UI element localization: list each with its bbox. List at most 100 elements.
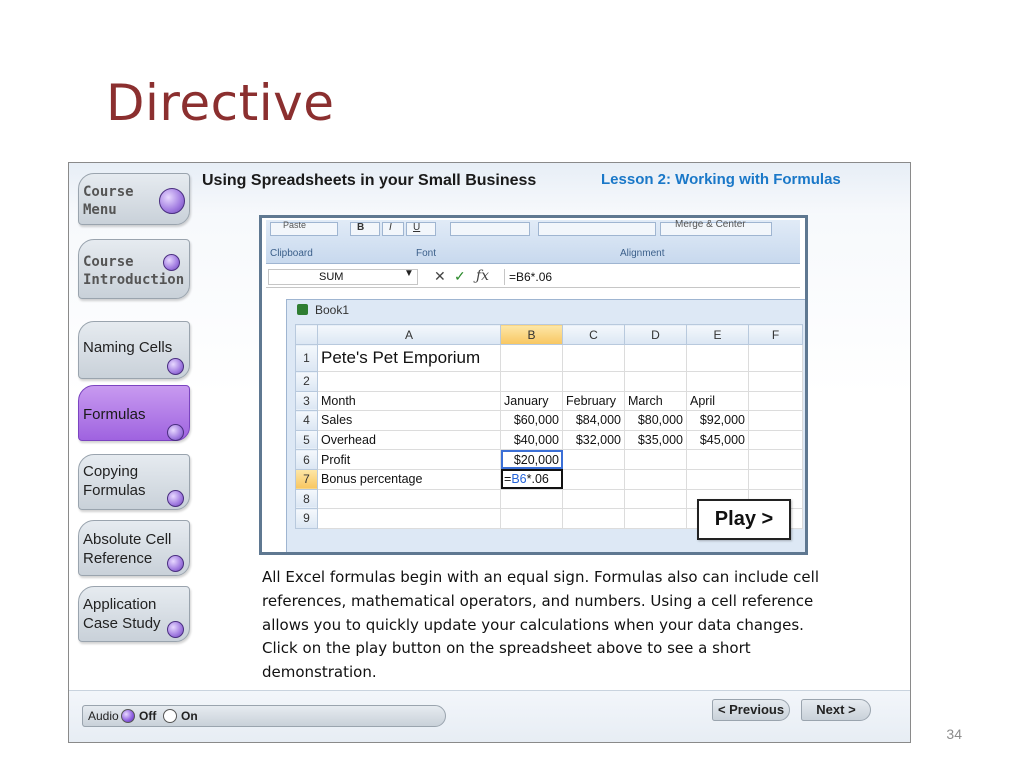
cell <box>748 410 803 431</box>
cell <box>624 488 687 510</box>
course-player: Using Spreadsheets in your Small Busines… <box>68 162 911 743</box>
cell-b7-editing: =B6*.06 <box>500 468 563 490</box>
row-header: 1 <box>295 344 318 372</box>
excel-ribbon: Paste B I U Merge & Center Clipboard Fon… <box>266 220 800 264</box>
paste-button: Paste <box>270 221 338 236</box>
excel-icon <box>297 304 308 315</box>
nav-course-intro-label-2: Introduction <box>83 272 185 288</box>
align-tools <box>538 222 656 236</box>
previous-button[interactable]: < Previous <box>712 699 790 721</box>
name-box: SUM <box>268 269 418 285</box>
cell <box>562 449 625 470</box>
nav-course-introduction[interactable]: Course Introduction <box>78 239 190 299</box>
nav-absolute-label: Absolute Cell <box>83 531 172 548</box>
cell <box>748 429 803 451</box>
nav-absolute-cell-reference[interactable]: Absolute Cell Reference <box>78 520 190 576</box>
audio-label: Audio <box>88 709 119 723</box>
course-title: Using Spreadsheets in your Small Busines… <box>202 172 537 189</box>
row-header: 5 <box>295 429 318 451</box>
cell <box>562 508 625 529</box>
nav-course-menu[interactable]: Course Menu <box>78 173 190 225</box>
formula-reference: B6 <box>511 472 527 487</box>
audio-off-radio[interactable] <box>121 709 135 723</box>
cell <box>686 344 749 372</box>
nav-bullet-icon <box>159 188 185 214</box>
audio-control: Audio Off On <box>82 705 446 727</box>
nav-formulas-label: Formulas <box>83 406 146 423</box>
workbook-title: Book1 <box>315 303 350 317</box>
formula-suffix: *.06 <box>526 472 549 487</box>
nav-copying-label: Copying <box>83 463 139 480</box>
row-header: 2 <box>295 371 318 392</box>
cell-a4: Sales <box>317 410 501 431</box>
row-header: 7 <box>295 468 318 490</box>
nav-copying-formulas[interactable]: Copying Formulas <box>78 454 190 510</box>
nav-application-label-2: Case Study <box>83 615 161 632</box>
cell <box>562 344 625 372</box>
chevron-down-icon: ▼ <box>404 268 414 279</box>
next-button[interactable]: Next > <box>801 699 871 721</box>
slide-title: Directive <box>106 74 335 132</box>
cell-a7: Bonus percentage <box>317 468 501 490</box>
cell <box>748 468 803 490</box>
lesson-description: All Excel formulas begin with an equal s… <box>262 568 819 682</box>
audio-on-radio[interactable] <box>163 709 177 723</box>
formula-bar: SUM ▼ ✕ ✓ ƒx =B6*.06 <box>266 266 800 288</box>
cell-a6: Profit <box>317 449 501 470</box>
cell-b3: January <box>500 390 563 412</box>
cell-b4: $60,000 <box>500 410 563 431</box>
cell <box>500 344 563 372</box>
slide-number: 34 <box>946 726 962 742</box>
cell-a5: Overhead <box>317 429 501 451</box>
cell <box>317 488 501 510</box>
cell-d5: $35,000 <box>624 429 687 451</box>
cell <box>562 371 625 392</box>
nav-bullet-icon <box>167 424 184 441</box>
row-header: 8 <box>295 488 318 510</box>
nav-naming-cells[interactable]: Naming Cells <box>78 321 190 379</box>
column-header: A <box>317 324 501 345</box>
font-tools <box>450 222 530 236</box>
row-header: 4 <box>295 410 318 431</box>
nav-course-menu-label: Course <box>83 184 134 200</box>
formula-text: =B6*.06 <box>504 269 800 285</box>
cell <box>686 468 749 490</box>
cell <box>748 449 803 470</box>
cell-e5: $45,000 <box>686 429 749 451</box>
column-header: F <box>748 324 803 345</box>
cell <box>624 508 687 529</box>
nav-bullet-icon <box>167 621 184 638</box>
audio-on-label: On <box>181 709 198 723</box>
cell <box>686 371 749 392</box>
cell <box>624 468 687 490</box>
corner-cell <box>295 324 318 345</box>
column-header: E <box>686 324 749 345</box>
nav-bullet-icon <box>163 254 180 271</box>
cell <box>624 449 687 470</box>
nav-course-menu-label-2: Menu <box>83 202 117 218</box>
row-header: 3 <box>295 390 318 412</box>
ribbon-group-font: Font <box>416 248 437 259</box>
cell <box>317 508 501 529</box>
row-header: 9 <box>295 508 318 529</box>
cell <box>500 371 563 392</box>
nav-absolute-label-2: Reference <box>83 550 153 567</box>
nav-formulas[interactable]: Formulas <box>78 385 190 441</box>
nav-application-case-study[interactable]: Application Case Study <box>78 586 190 642</box>
ribbon-group-alignment: Alignment <box>620 248 665 259</box>
cell-a3: Month <box>317 390 501 412</box>
bold-button: B <box>350 222 380 236</box>
cell-c5: $32,000 <box>562 429 625 451</box>
cell-e3: April <box>686 390 749 412</box>
play-button[interactable]: Play > <box>697 499 791 540</box>
cell <box>562 488 625 510</box>
cell-a1: Pete's Pet Emporium <box>317 344 501 372</box>
fx-icon: ƒx <box>476 268 490 284</box>
nav-application-label: Application <box>83 596 157 613</box>
italic-button: I <box>382 222 404 236</box>
cell <box>624 344 687 372</box>
cell-b5: $40,000 <box>500 429 563 451</box>
cell-c4: $84,000 <box>562 410 625 431</box>
ribbon-group-clipboard: Clipboard <box>270 248 313 259</box>
audio-off-label: Off <box>139 709 157 723</box>
